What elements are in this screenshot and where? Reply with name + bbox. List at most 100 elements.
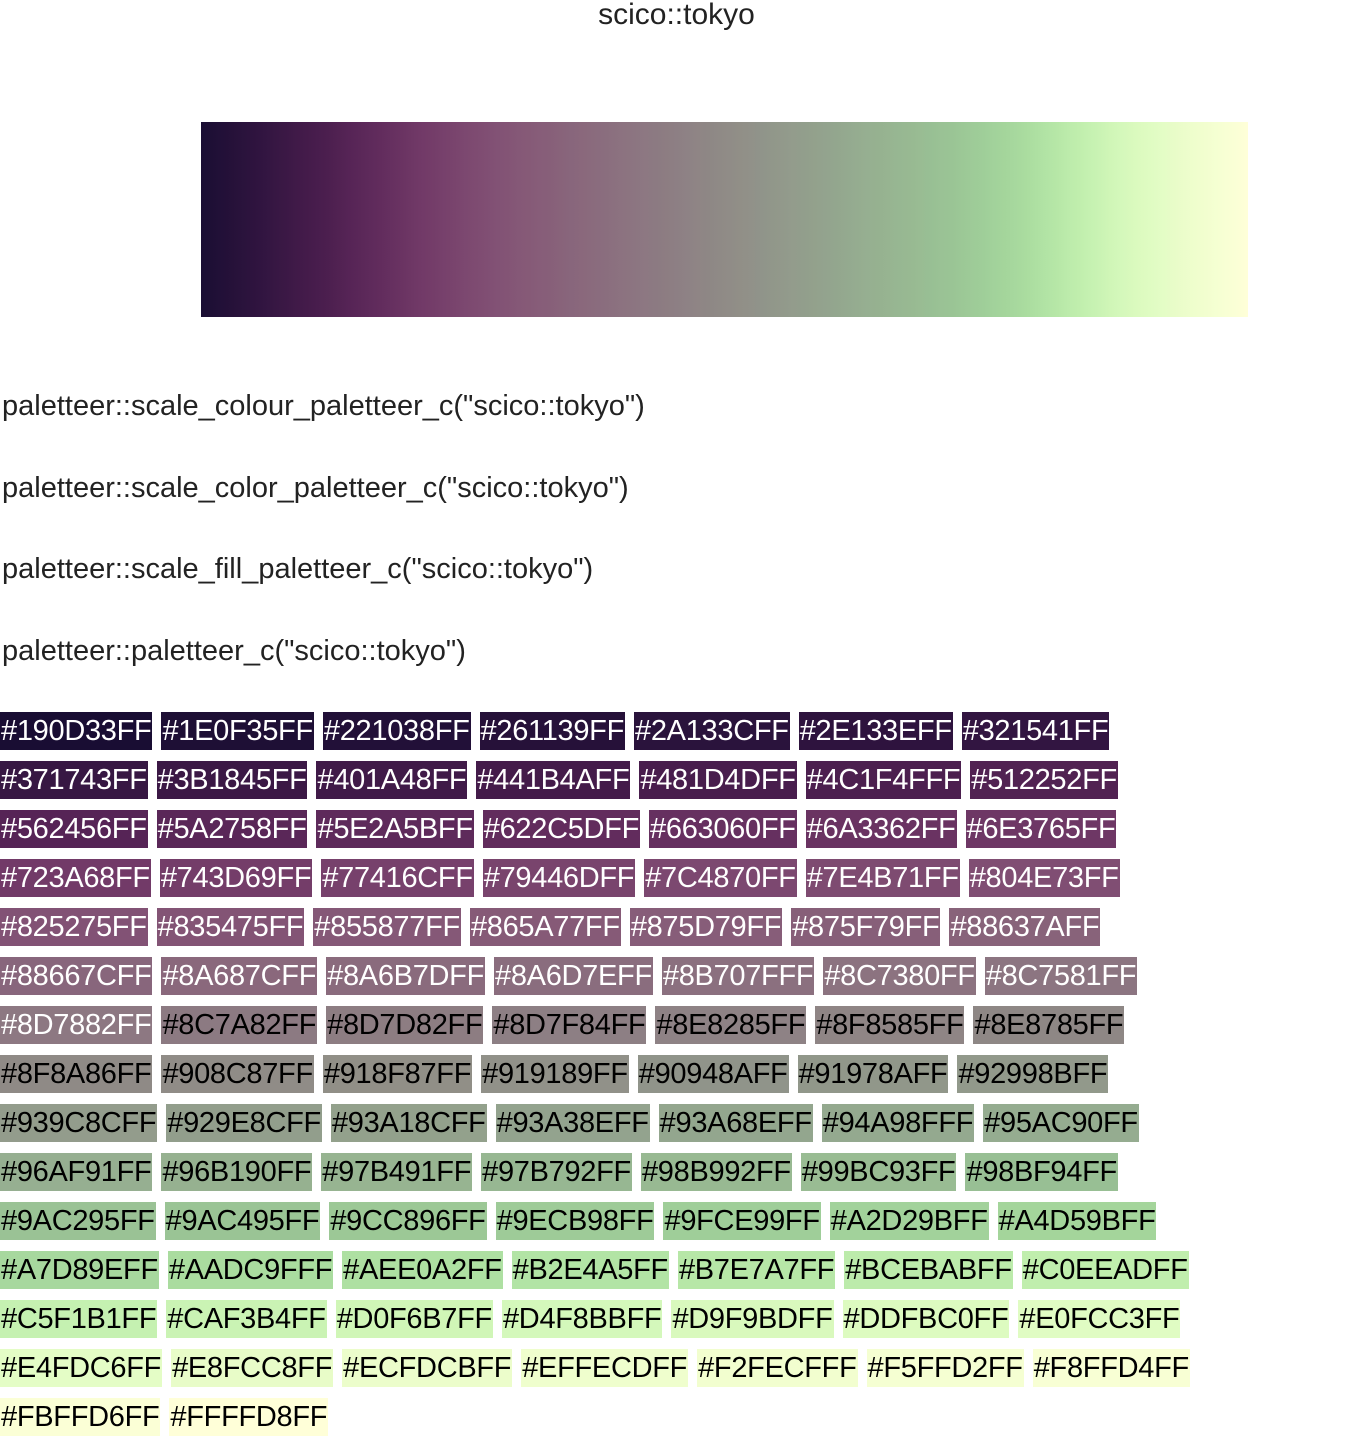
swatch-row: #8D7882FF #8C7A82FF #8D7D82FF #8D7F84FF #8E8… — [0, 1006, 1353, 1055]
color-swatch: #EFFECDFF — [521, 1349, 689, 1387]
color-swatch: #663060FF — [649, 810, 797, 848]
color-swatch: #F2FECFFF — [697, 1349, 858, 1387]
color-swatch: #918F87FF — [322, 1055, 473, 1093]
color-swatch: #C0EEADFF — [1021, 1251, 1189, 1289]
color-swatch: #8B707FFF — [661, 957, 815, 995]
color-swatch: #88667CFF — [0, 957, 153, 995]
color-swatch: #4C1F4FFF — [805, 761, 962, 799]
color-swatch: #5A2758FF — [156, 810, 308, 848]
color-swatch: #6E3765FF — [965, 810, 1117, 848]
color-swatch: #875D79FF — [629, 908, 783, 946]
code-snippet-paletteer-c: paletteer::paletteer_c("scico::tokyo") — [2, 635, 466, 667]
color-swatch: #96B190FF — [161, 1153, 313, 1191]
color-swatch: #3B1845FF — [156, 761, 308, 799]
color-swatch: #BCEBABFF — [844, 1251, 1013, 1289]
swatch-row: #FBFFD6FF #FFFFD8FF — [0, 1398, 1353, 1447]
color-swatch: #98BF94FF — [965, 1153, 1118, 1191]
swatch-row: #E4FDC6FF #E8FCC8FF #ECFDCBFF #EFFECDFF #F2F… — [0, 1349, 1353, 1398]
color-swatch: #77416CFF — [321, 859, 474, 897]
color-swatch: #97B792FF — [481, 1153, 632, 1191]
color-swatch: #ECFDCBFF — [342, 1349, 513, 1387]
color-swatch: #90948AFF — [637, 1055, 789, 1093]
color-swatch: #F8FFD4FF — [1032, 1349, 1190, 1387]
color-swatch: #AEE0A2FF — [342, 1251, 503, 1289]
color-swatch: #C5F1B1FF — [0, 1300, 158, 1338]
color-swatch: #7E4B71FF — [805, 859, 960, 897]
swatch-row: #825275FF #835475FF #855877FF #865A77FF #875… — [0, 908, 1353, 957]
color-swatch: #95AC90FF — [983, 1104, 1139, 1142]
swatch-row: #96AF91FF #96B190FF #97B491FF #97B792FF #98B… — [0, 1153, 1353, 1202]
swatch-row: #190D33FF #1E0F35FF #221038FF #261139FF #2A1… — [0, 712, 1353, 761]
color-swatch: #D0F6B7FF — [335, 1300, 493, 1338]
color-swatch: #562456FF — [0, 810, 148, 848]
color-swatch: #F5FFD2FF — [866, 1349, 1024, 1387]
color-swatch: #7C4870FF — [644, 859, 797, 897]
swatch-row: #371743FF #3B1845FF #401A48FF #441B4AFF #481… — [0, 761, 1353, 810]
color-swatch: #8A6D7EFF — [494, 957, 653, 995]
color-swatch: #FFFFD8FF — [169, 1398, 329, 1436]
color-swatch: #2E133EFF — [798, 712, 953, 750]
color-swatch: #96AF91FF — [0, 1153, 153, 1191]
color-swatch: #939C8CFF — [0, 1104, 158, 1142]
color-swatch: #A7D89EFF — [0, 1251, 159, 1289]
color-swatch: #FBFFD6FF — [0, 1398, 161, 1436]
color-swatch: #835475FF — [156, 908, 305, 946]
color-swatch: #CAF3B4FF — [166, 1300, 327, 1338]
color-swatch: #908C87FF — [161, 1055, 314, 1093]
color-swatch: #8F8585FF — [815, 1006, 965, 1044]
color-swatch: #91978AFF — [797, 1055, 949, 1093]
color-swatch: #93A68EFF — [658, 1104, 813, 1142]
color-swatch: #481D4DFF — [639, 761, 797, 799]
color-swatch: #AADC9FFF — [167, 1251, 334, 1289]
code-snippet-scale-fill: paletteer::scale_fill_paletteer_c("scico… — [2, 553, 594, 585]
color-swatch: #401A48FF — [316, 761, 468, 799]
color-swatch: #743D69FF — [159, 859, 313, 897]
color-swatch: #371743FF — [0, 761, 148, 799]
color-swatch: #D9F9BDFF — [671, 1300, 834, 1338]
color-swatch: #A2D29BFF — [829, 1202, 989, 1240]
color-swatch: #98B992FF — [640, 1153, 792, 1191]
color-swatch: #79446DFF — [482, 859, 636, 897]
color-swatch: #99BC93FF — [800, 1153, 957, 1191]
color-swatch: #8E8285FF — [655, 1006, 807, 1044]
color-swatch: #93A38EFF — [495, 1104, 650, 1142]
color-swatch: #8C7380FF — [823, 957, 976, 995]
color-swatch: #875F79FF — [791, 908, 941, 946]
color-swatch: #221038FF — [322, 712, 471, 750]
color-swatch: #DDFBC0FF — [842, 1300, 1010, 1338]
swatch-row: #A7D89EFF #AADC9FFF #AEE0A2FF #B2E4A5FF #B7E… — [0, 1251, 1353, 1300]
color-swatch: #D4F8BBFF — [501, 1300, 663, 1338]
color-swatch: #88637AFF — [949, 908, 1101, 946]
color-swatch: #9CC896FF — [329, 1202, 487, 1240]
swatch-row: #9AC295FF #9AC495FF #9CC896FF #9ECB98FF #9FC… — [0, 1202, 1353, 1251]
swatch-row: #562456FF #5A2758FF #5E2A5BFF #622C5DFF #663… — [0, 810, 1353, 859]
color-swatch: #261139FF — [479, 712, 626, 750]
color-swatch: #8D7882FF — [0, 1006, 153, 1044]
color-swatch: #8F8A86FF — [0, 1055, 153, 1093]
color-swatch: #9AC295FF — [0, 1202, 156, 1240]
color-swatch: #9FCE99FF — [663, 1202, 821, 1240]
color-swatch: #622C5DFF — [482, 810, 641, 848]
swatch-row: #8F8A86FF #908C87FF #918F87FF #919189FF #909… — [0, 1055, 1353, 1104]
color-swatch: #5E2A5BFF — [316, 810, 474, 848]
palette-gradient-bar — [201, 122, 1248, 317]
color-swatch: #8D7D82FF — [326, 1006, 484, 1044]
code-snippet-scale-color: paletteer::scale_color_paletteer_c("scic… — [2, 472, 629, 504]
color-swatch: #8E8785FF — [973, 1006, 1125, 1044]
color-swatch: #865A77FF — [469, 908, 621, 946]
color-swatch: #93A18CFF — [330, 1104, 487, 1142]
color-swatch: #929E8CFF — [166, 1104, 322, 1142]
swatch-row: #C5F1B1FF #CAF3B4FF #D0F6B7FF #D4F8BBFF #D9F… — [0, 1300, 1353, 1349]
color-swatch: #723A68FF — [0, 859, 151, 897]
color-swatch: #804E73FF — [968, 859, 1120, 897]
color-swatch: #825275FF — [0, 908, 148, 946]
color-swatch: #92998BFF — [957, 1055, 1109, 1093]
color-swatch: #9ECB98FF — [495, 1202, 655, 1240]
palette-title: scico::tokyo — [598, 0, 755, 31]
swatch-row: #723A68FF #743D69FF #77416CFF #79446DFF #7C4… — [0, 859, 1353, 908]
color-swatch: #E4FDC6FF — [0, 1349, 163, 1387]
color-swatch: #9AC495FF — [164, 1202, 321, 1240]
color-swatch: #919189FF — [481, 1055, 629, 1093]
color-swatch-list: #190D33FF #1E0F35FF #221038FF #261139FF #2A1… — [0, 712, 1353, 1447]
color-swatch: #512252FF — [970, 761, 1118, 799]
